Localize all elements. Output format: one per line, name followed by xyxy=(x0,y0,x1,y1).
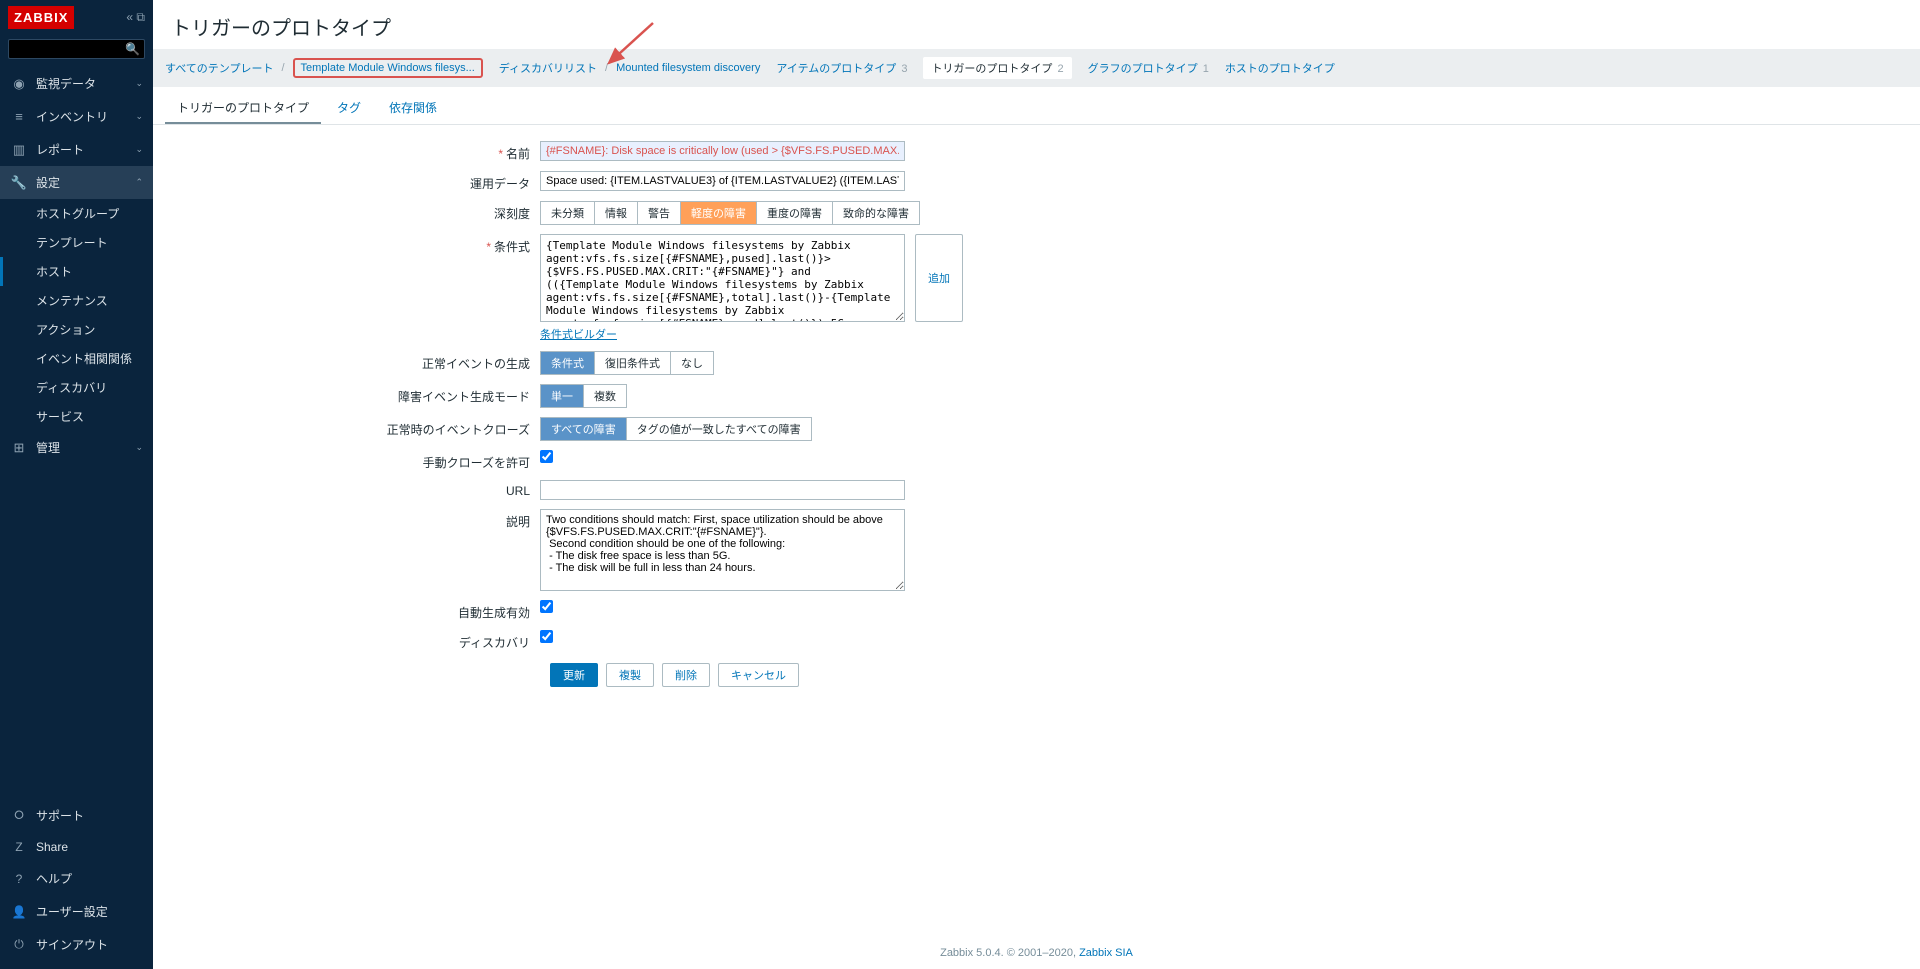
reports-icon: ▥ xyxy=(10,142,28,158)
nav-config[interactable]: 🔧設定⌃ xyxy=(0,166,153,199)
sidebar-toggle[interactable]: « ⧉ xyxy=(126,10,145,25)
add-expression-button[interactable]: 追加 xyxy=(915,234,963,322)
sev-3[interactable]: 軽度の障害 xyxy=(681,201,757,225)
page-title: トリガーのプロトタイプ xyxy=(153,0,1920,49)
nav-reports[interactable]: ▥レポート⌄ xyxy=(0,133,153,166)
chevron-down-icon: ⌄ xyxy=(135,442,143,453)
subnav-services[interactable]: サービス xyxy=(0,402,153,431)
chevron-down-icon: ⌄ xyxy=(135,78,143,89)
bottom-Share[interactable]: ZShare xyxy=(0,832,153,862)
cancel-button[interactable]: キャンセル xyxy=(718,663,799,687)
sidebar-header: ZABBIX « ⧉ xyxy=(0,0,153,35)
bc-graphs[interactable]: グラフのプロトタイプ 1 xyxy=(1088,60,1209,76)
nav-inventory[interactable]: ≡インベントリ⌄ xyxy=(0,100,153,133)
subnav-hostgroups[interactable]: ホストグループ xyxy=(0,199,153,228)
subnav-templates[interactable]: テンプレート xyxy=(0,228,153,257)
subnav-correlation[interactable]: イベント相関関係 xyxy=(0,344,153,373)
search-box[interactable]: 🔍 xyxy=(8,39,145,59)
okclose-0[interactable]: すべての障害 xyxy=(540,417,627,441)
bc-discovery[interactable]: Mounted filesystem discovery xyxy=(616,62,760,74)
label-expression: 条件式 xyxy=(494,240,530,254)
bc-items[interactable]: アイテムのプロトタイプ 3 xyxy=(776,60,907,76)
main-content: トリガーのプロトタイプ すべてのテンプレート / Template Module… xyxy=(153,0,1920,969)
update-button[interactable]: 更新 xyxy=(550,663,598,687)
input-expression[interactable]: {Template Module Windows filesystems by … xyxy=(540,234,905,322)
label-okclose: 正常時のイベントクローズ xyxy=(387,423,530,437)
label-discover: ディスカバリ xyxy=(459,636,530,650)
checkbox-autogen[interactable] xyxy=(540,600,553,613)
label-opdata: 運用データ xyxy=(470,177,530,191)
label-url: URL xyxy=(506,484,530,498)
footer: Zabbix 5.0.4. © 2001–2020, Zabbix SIA xyxy=(153,937,1920,969)
bottom-ユーザー設定[interactable]: 👤ユーザー設定 xyxy=(0,895,153,928)
label-probgen: 障害イベント生成モード xyxy=(398,390,530,404)
tab-tags[interactable]: タグ xyxy=(325,93,373,124)
subnav-hosts[interactable]: ホスト xyxy=(0,257,153,286)
label-autogen: 自動生成有効 xyxy=(458,606,530,620)
clone-button[interactable]: 複製 xyxy=(606,663,654,687)
label-manual-close: 手動クローズを許可 xyxy=(423,456,530,470)
nav-monitoring[interactable]: ◉監視データ⌄ xyxy=(0,67,153,100)
label-name: 名前 xyxy=(506,147,530,161)
subnav-actions[interactable]: アクション xyxy=(0,315,153,344)
monitoring-icon: ◉ xyxy=(10,76,28,92)
input-opdata[interactable] xyxy=(540,171,905,191)
bottom-サインアウト[interactable]: ⏻サインアウト xyxy=(0,928,153,961)
label-severity: 深刻度 xyxy=(494,207,530,221)
bottom-サポート[interactable]: ⭘サポート xyxy=(0,799,153,832)
search-icon[interactable]: 🔍 xyxy=(125,42,140,56)
chevron-down-icon: ⌄ xyxy=(135,111,143,122)
search-input[interactable] xyxy=(13,43,125,55)
probgen-0[interactable]: 単一 xyxy=(540,384,584,408)
nav-admin[interactable]: ⊞管理⌄ xyxy=(0,431,153,464)
bc-hosts[interactable]: ホストのプロトタイプ xyxy=(1225,60,1335,76)
checkbox-discover[interactable] xyxy=(540,630,553,643)
footer-link[interactable]: Zabbix SIA xyxy=(1079,947,1133,959)
probgen-1[interactable]: 複数 xyxy=(584,384,627,408)
okgen-1[interactable]: 復旧条件式 xyxy=(595,351,671,375)
breadcrumb: すべてのテンプレート / Template Module Windows fil… xyxy=(153,49,1920,87)
bc-all-templates[interactable]: すべてのテンプレート xyxy=(165,60,273,76)
input-name[interactable] xyxy=(540,141,905,161)
bc-template[interactable]: Template Module Windows filesys... xyxy=(301,62,475,74)
logo[interactable]: ZABBIX xyxy=(8,6,74,29)
input-description[interactable]: Two conditions should match: First, spac… xyxy=(540,509,905,591)
subnav-discovery[interactable]: ディスカバリ xyxy=(0,373,153,402)
sev-0[interactable]: 未分類 xyxy=(540,201,595,225)
bc-discovery-list[interactable]: ディスカバリリスト xyxy=(499,60,597,76)
bc-triggers-active: トリガーのプロトタイプ 2 xyxy=(923,57,1071,79)
label-description: 説明 xyxy=(506,515,530,529)
tabs: トリガーのプロトタイプ タグ 依存関係 xyxy=(153,87,1920,125)
okgen-0[interactable]: 条件式 xyxy=(540,351,595,375)
chevron-down-icon: ⌃ xyxy=(135,177,143,188)
sev-2[interactable]: 警告 xyxy=(638,201,681,225)
okgen-2[interactable]: なし xyxy=(671,351,714,375)
admin-icon: ⊞ xyxy=(10,440,28,456)
okclose-1[interactable]: タグの値が一致したすべての障害 xyxy=(627,417,812,441)
label-okgen: 正常イベントの生成 xyxy=(422,357,530,371)
checkbox-manual-close[interactable] xyxy=(540,450,553,463)
chevron-down-icon: ⌄ xyxy=(135,144,143,155)
tab-trigger[interactable]: トリガーのプロトタイプ xyxy=(165,93,321,124)
subnav-maintenance[interactable]: メンテナンス xyxy=(0,286,153,315)
sev-5[interactable]: 致命的な障害 xyxy=(833,201,920,225)
expression-builder-link[interactable]: 条件式ビルダー xyxy=(540,326,963,342)
sev-1[interactable]: 情報 xyxy=(595,201,638,225)
input-url[interactable] xyxy=(540,480,905,500)
sidebar: ZABBIX « ⧉ 🔍 ◉監視データ⌄≡インベントリ⌄▥レポート⌄🔧設定⌃ホス… xyxy=(0,0,153,969)
inventory-icon: ≡ xyxy=(10,109,28,124)
delete-button[interactable]: 削除 xyxy=(662,663,710,687)
bottom-ヘルプ[interactable]: ?ヘルプ xyxy=(0,862,153,895)
config-icon: 🔧 xyxy=(10,175,28,191)
tab-deps[interactable]: 依存関係 xyxy=(377,93,449,124)
sev-4[interactable]: 重度の障害 xyxy=(757,201,833,225)
